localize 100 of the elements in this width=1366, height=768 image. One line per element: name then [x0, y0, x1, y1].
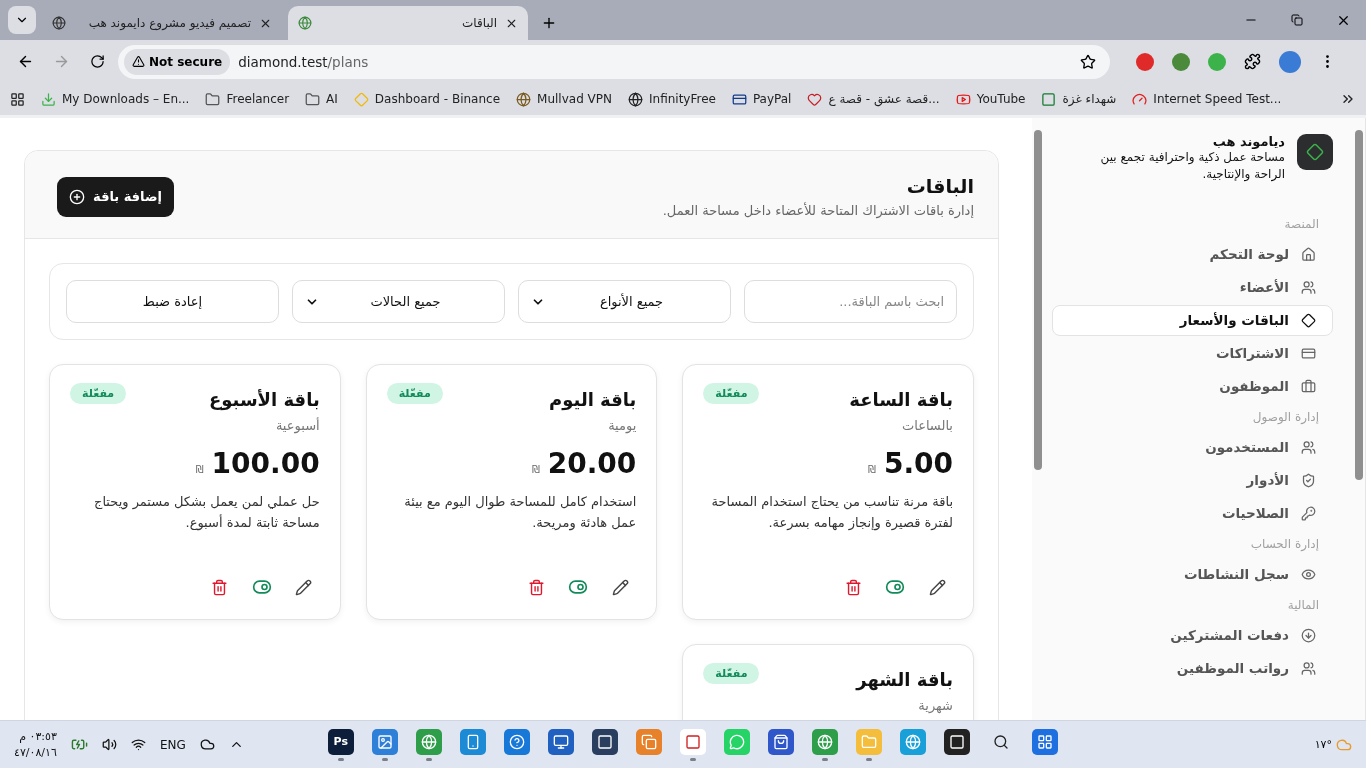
- plan-description: حل عملي لمن يعمل بشكل مستمر ويحتاج مساحة ثابتة لمدة أسبوع.: [93, 493, 320, 533]
- plan-type: بالساعات: [900, 418, 953, 433]
- toggle-icon: [251, 577, 272, 597]
- photos-icon[interactable]: [371, 728, 398, 755]
- plan-price: 5.00: [883, 447, 953, 480]
- bookmark-link[interactable]: AI: [326, 92, 338, 106]
- nav-item[interactable]: الأدوار: [1052, 464, 1333, 496]
- bookmark-link[interactable]: قصة عشق - قصة ع...: [828, 92, 940, 106]
- photoshop-icon[interactable]: Ps: [327, 728, 354, 755]
- type-select[interactable]: جميع الأنواع: [518, 280, 731, 323]
- warning-icon: [132, 55, 145, 68]
- nav-item[interactable]: المستخدمون: [1052, 431, 1333, 463]
- plus-circle-icon: [69, 188, 85, 205]
- app-icon[interactable]: [679, 728, 706, 755]
- page-title: الباقات: [905, 175, 974, 197]
- nav-item[interactable]: الباقات والأسعار: [1052, 304, 1333, 336]
- plan-type: شهرية: [917, 698, 953, 713]
- cloud-icon[interactable]: [199, 737, 215, 752]
- bookmark-link[interactable]: Mullvad VPN: [537, 92, 612, 106]
- address-bar[interactable]: Not secure diamond.test/plans: [118, 44, 1110, 79]
- nav-item[interactable]: الاشتراكات: [1052, 337, 1333, 369]
- nav-item[interactable]: دفعات المشتركين: [1052, 619, 1333, 651]
- status-badge: مفعّلة: [386, 383, 443, 404]
- extensions-icon[interactable]: [1244, 53, 1261, 70]
- plan-name: باقة الأسبوع: [208, 389, 320, 410]
- trash-icon: [211, 578, 229, 596]
- phone-icon[interactable]: [459, 728, 486, 755]
- volume-icon[interactable]: [101, 737, 117, 752]
- add-plan-button[interactable]: إضافة باقة: [57, 176, 174, 217]
- bookmark-link[interactable]: شهداء غزة: [1062, 92, 1117, 106]
- nav-item[interactable]: الموظفون: [1052, 370, 1333, 402]
- nav-item[interactable]: سجل النشاطات: [1052, 558, 1333, 590]
- nav-item[interactable]: لوحة التحكم: [1052, 238, 1333, 270]
- bookmark-link[interactable]: PayPal: [752, 92, 792, 106]
- bookmark-star-icon[interactable]: [1080, 53, 1096, 70]
- users-icon: [1301, 279, 1316, 295]
- plan-name: باقة الساعة: [849, 389, 953, 410]
- bookmark-link[interactable]: Freelancer: [226, 92, 290, 106]
- bookmark-link[interactable]: Internet Speed Test...: [1153, 92, 1282, 106]
- weather-widget[interactable]: ١٧°: [1314, 736, 1352, 753]
- pencil-icon: [295, 578, 313, 596]
- bookmark-link[interactable]: My Downloads – En...: [62, 92, 190, 106]
- help-icon[interactable]: [503, 728, 530, 755]
- browser-icon[interactable]: [899, 728, 926, 755]
- status-select[interactable]: جميع الحالات: [292, 280, 505, 323]
- winbox-icon[interactable]: [591, 728, 618, 755]
- url-text: diamond.test/plans: [238, 53, 370, 70]
- globe-icon: [628, 91, 643, 107]
- store-icon[interactable]: [767, 728, 794, 755]
- currency-sign: ₪: [531, 464, 540, 475]
- bookmark-link[interactable]: InfinityFree: [649, 92, 716, 106]
- adblock-icon[interactable]: [1136, 52, 1154, 71]
- wifi-icon[interactable]: [130, 737, 146, 752]
- users-icon: [1301, 660, 1316, 676]
- status-badge: مفعّلة: [703, 383, 760, 404]
- nav-item[interactable]: رواتب الموظفين: [1052, 652, 1333, 684]
- toggle-icon: [568, 577, 589, 597]
- monitor-icon[interactable]: [547, 728, 574, 755]
- globe-icon: [516, 91, 532, 107]
- play-icon: [955, 91, 971, 107]
- windows-stack-icon[interactable]: [635, 728, 662, 755]
- brand-name: دياموند هب: [1211, 134, 1285, 149]
- plan-name: باقة اليوم: [549, 389, 637, 410]
- home-icon: [1301, 246, 1316, 262]
- favicon-icon: [52, 16, 66, 30]
- chrome-icon[interactable]: [811, 728, 838, 755]
- plan-price: 20.00: [547, 447, 637, 480]
- bookmark-link[interactable]: Dashboard - Binance: [374, 92, 501, 106]
- page-subtitle: إدارة باقات الاشتراك المتاحة للأعضاء داخل مساحة العمل.: [662, 203, 974, 218]
- browser-tab[interactable]: تصميم فيديو مشروع دايموند هب: [42, 6, 282, 40]
- start-icon[interactable]: [1031, 728, 1058, 755]
- browser-tab[interactable]: الباقات: [288, 6, 528, 40]
- apps-icon[interactable]: [10, 91, 25, 107]
- globe-extension-icon[interactable]: [1172, 52, 1190, 71]
- terminal-icon[interactable]: [943, 728, 970, 755]
- reset-button[interactable]: إعادة ضبط: [66, 280, 279, 323]
- restore-icon: [1291, 14, 1303, 26]
- language-indicator[interactable]: ENG: [159, 737, 186, 752]
- plan-name: باقة الشهر: [856, 669, 953, 690]
- shield-icon: [1301, 472, 1316, 488]
- nav-item[interactable]: الأعضاء: [1052, 271, 1333, 303]
- trash-icon: [527, 578, 545, 596]
- reload-icon: [89, 54, 105, 69]
- eye-icon: [1301, 566, 1316, 582]
- nav-item[interactable]: الصلاحيات: [1052, 497, 1333, 529]
- diamond-icon: [1301, 312, 1316, 328]
- favicon-icon: [298, 16, 312, 30]
- gauge-icon: [1132, 91, 1148, 107]
- bookmark-link[interactable]: YouTube: [976, 92, 1026, 106]
- key-icon: [1301, 505, 1316, 521]
- folder-icon: [205, 91, 221, 107]
- clock[interactable]: ٠٣:٥٣ م ٤٧/٠٨/١٦: [14, 729, 57, 760]
- profile-avatar[interactable]: [1279, 50, 1301, 73]
- trash-icon: [844, 578, 862, 596]
- section-title: إدارة الحساب: [1249, 536, 1319, 551]
- chrome-icon[interactable]: [415, 728, 442, 755]
- card-icon: [1301, 345, 1316, 361]
- security-badge[interactable]: Not secure: [124, 48, 231, 75]
- search-field[interactable]: ابحث باسم الباقة...: [744, 280, 957, 323]
- section-title: المنصة: [1283, 216, 1319, 231]
